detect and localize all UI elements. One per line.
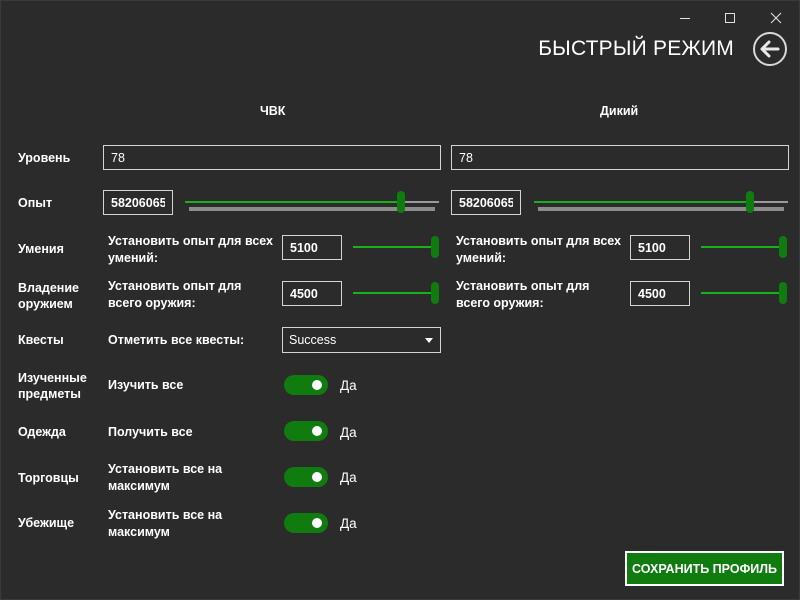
slider-thumb[interactable] — [779, 282, 787, 304]
examined-toggle[interactable] — [284, 375, 328, 395]
traders-toggle-state: Да — [340, 470, 357, 485]
column-header-scav: Дикий — [600, 104, 639, 118]
slider-fill — [185, 201, 401, 203]
quests-label: Отметить все квесты: — [108, 333, 245, 347]
clothing-toggle[interactable] — [284, 421, 328, 441]
scav-mastery-input[interactable] — [630, 281, 690, 306]
clothing-toggle-state: Да — [340, 425, 357, 440]
pmc-mastery-label: Установить опыт для всего оружия: — [108, 279, 242, 310]
toggle-knob — [312, 380, 322, 390]
scav-mastery-slider[interactable] — [701, 281, 787, 305]
scav-experience-input[interactable] — [451, 190, 521, 215]
row-label-experience: Опыт — [18, 196, 53, 210]
traders-label: Установить все на максимум — [108, 462, 223, 493]
row-label-traders: Торговцы — [18, 471, 79, 485]
slider-fill — [534, 201, 750, 203]
slider-thumb[interactable] — [431, 282, 439, 304]
maximize-icon[interactable] — [716, 7, 744, 29]
pmc-experience-input[interactable] — [103, 190, 173, 215]
page-title: БЫСТРЫЙ РЕЖИМ — [538, 37, 734, 60]
pmc-mastery-input[interactable] — [282, 281, 342, 306]
scav-skills-slider[interactable] — [701, 235, 787, 259]
quests-selected-value: Success — [289, 333, 337, 347]
slider-thumb[interactable] — [431, 236, 439, 258]
pmc-skills-slider[interactable] — [353, 235, 439, 259]
scav-skills-input[interactable] — [630, 235, 690, 260]
row-label-weapon-mastery: Владение оружием — [18, 281, 79, 311]
slider-thumb[interactable] — [745, 191, 754, 213]
row-label-skills: Умения — [18, 242, 64, 256]
row-label-examined-items: Изученные предметы — [18, 371, 87, 401]
row-label-quests: Квесты — [18, 333, 64, 347]
save-profile-button[interactable]: СОХРАНИТЬ ПРОФИЛЬ — [625, 551, 784, 586]
scav-skills-label: Установить опыт для всех умений: — [456, 234, 622, 265]
pmc-level-input[interactable] — [103, 145, 441, 170]
toggle-knob — [312, 426, 322, 436]
slider-fill — [701, 292, 783, 294]
slider-thumb[interactable] — [396, 191, 405, 213]
row-label-hideout: Убежище — [18, 516, 75, 530]
chevron-down-icon — [425, 337, 433, 343]
scav-mastery-label: Установить опыт для всего оружия: — [456, 279, 590, 310]
row-label-level: Уровень — [18, 151, 71, 165]
scav-level-input[interactable] — [451, 145, 789, 170]
minimize-icon[interactable] — [671, 7, 699, 29]
pmc-skills-label: Установить опыт для всех умений: — [108, 234, 274, 265]
clothing-label: Получить все — [108, 425, 193, 439]
column-header-pmc: ЧВК — [260, 104, 286, 118]
hideout-toggle[interactable] — [284, 513, 328, 533]
scav-experience-slider[interactable] — [534, 190, 788, 214]
slider-thumb[interactable] — [779, 236, 787, 258]
examined-toggle-state: Да — [340, 378, 357, 393]
close-icon[interactable] — [762, 7, 790, 29]
app-window: БЫСТРЫЙ РЕЖИМ ЧВК Дикий Уровень Опыт Уме… — [0, 0, 800, 600]
toggle-knob — [312, 518, 322, 528]
slider-fill — [353, 246, 435, 248]
examined-label: Изучить все — [108, 378, 184, 392]
pmc-skills-input[interactable] — [282, 235, 342, 260]
row-label-clothing: Одежда — [18, 425, 66, 439]
arrow-left-icon — [760, 40, 780, 58]
quests-status-select[interactable]: Success — [282, 327, 441, 353]
hideout-toggle-state: Да — [340, 516, 357, 531]
slider-fill — [353, 292, 435, 294]
hideout-label: Установить все на максимум — [108, 508, 223, 539]
traders-toggle[interactable] — [284, 467, 328, 487]
back-button[interactable] — [753, 32, 787, 66]
slider-fill — [701, 246, 783, 248]
pmc-mastery-slider[interactable] — [353, 281, 439, 305]
toggle-knob — [312, 472, 322, 482]
pmc-experience-slider[interactable] — [185, 190, 439, 214]
